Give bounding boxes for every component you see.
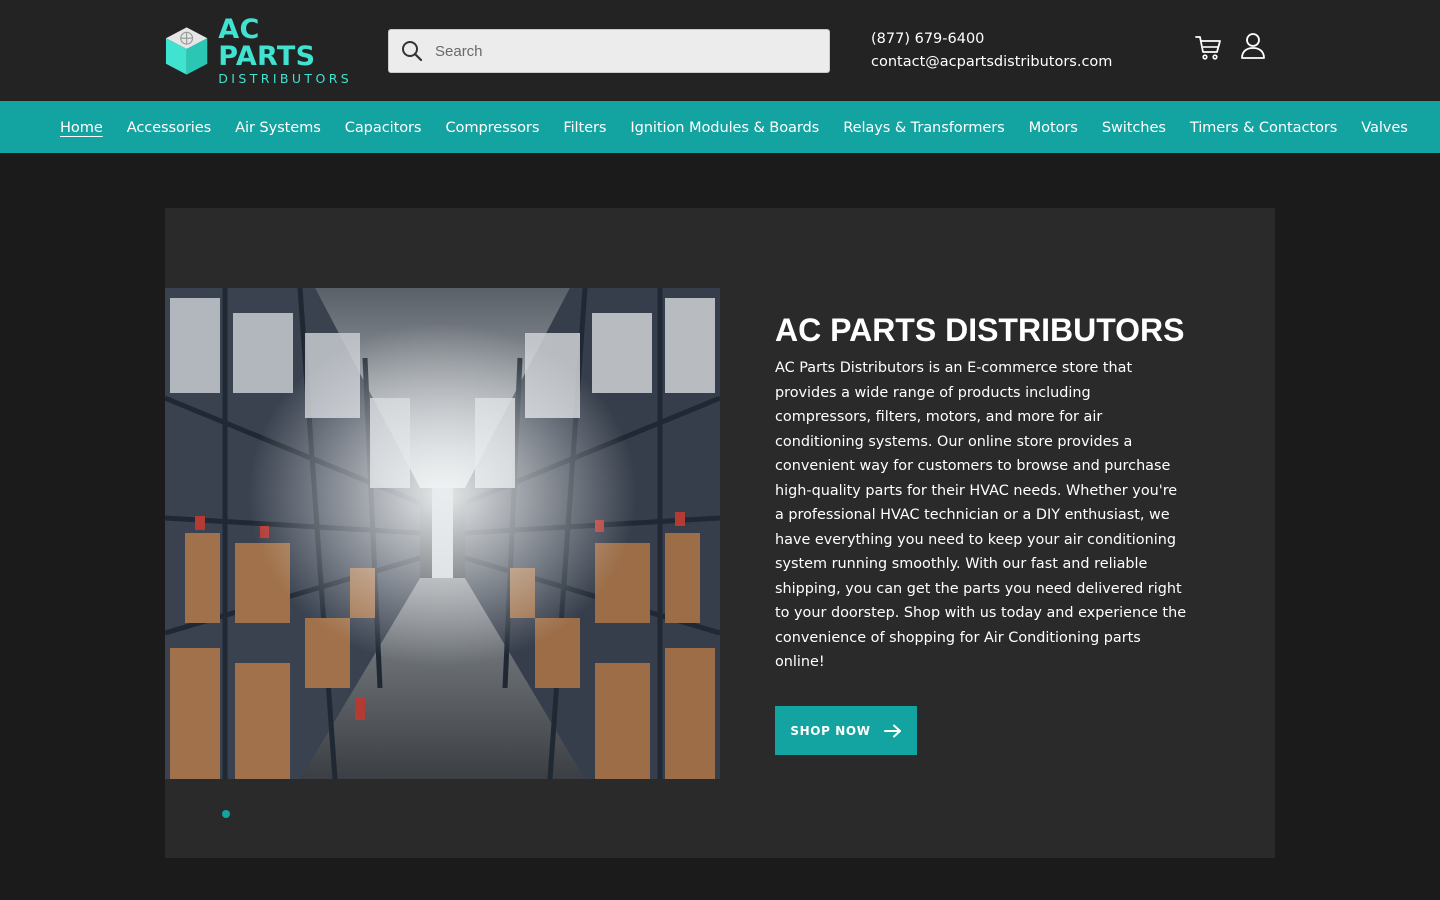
main-nav: Home Accessories Air Systems Capacitors … [0, 101, 1440, 153]
nav-item-home[interactable]: Home [60, 119, 103, 136]
arrow-right-icon [883, 724, 901, 737]
phone-number[interactable]: (877) 679-6400 [871, 28, 1112, 51]
nav-item-compressors[interactable]: Compressors [445, 119, 539, 136]
slide-indicator-dot[interactable] [222, 810, 230, 818]
nav-item-timers-contactors[interactable]: Timers & Contactors [1190, 119, 1337, 136]
email-address[interactable]: contact@acpartsdistributors.com [871, 51, 1112, 74]
nav-item-relays-transformers[interactable]: Relays & Transformers [843, 119, 1005, 136]
nav-item-capacitors[interactable]: Capacitors [345, 119, 422, 136]
nav-item-ignition-modules[interactable]: Ignition Modules & Boards [630, 119, 819, 136]
nav-item-accessories[interactable]: Accessories [127, 119, 212, 136]
logo[interactable]: AC PARTS DISTRIBUTORS [164, 16, 364, 86]
nav-item-valves[interactable]: Valves [1361, 119, 1408, 136]
nav-item-switches[interactable]: Switches [1102, 119, 1166, 136]
nav-item-air-systems[interactable]: Air Systems [235, 119, 321, 136]
logo-tagline: DISTRIBUTORS [218, 71, 353, 86]
shop-now-button[interactable]: SHOP NOW [775, 706, 917, 755]
hero-title: AC PARTS DISTRIBUTORS [775, 312, 1185, 348]
account-icon[interactable] [1240, 32, 1266, 60]
hero-description: AC Parts Distributors is an E-commerce s… [775, 360, 1187, 670]
site-header: AC PARTS DISTRIBUTORS (877) 679-6400 con… [0, 0, 1440, 101]
nav-list: Home Accessories Air Systems Capacitors … [60, 101, 1432, 153]
nav-item-filters[interactable]: Filters [563, 119, 606, 136]
cube-logo-icon [165, 27, 208, 75]
search-bar [388, 29, 830, 73]
warehouse-aisle-image [165, 288, 720, 779]
search-icon[interactable] [401, 40, 423, 62]
hero-slideshow: AC PARTS DISTRIBUTORS AC Parts Distribut… [165, 208, 1275, 858]
contact-info: (877) 679-6400 contact@acpartsdistributo… [871, 28, 1112, 74]
logo-wordmark: AC PARTS [218, 14, 316, 72]
shop-now-label: SHOP NOW [790, 723, 871, 738]
search-input[interactable] [435, 42, 815, 60]
cart-icon[interactable] [1194, 33, 1222, 61]
nav-item-motors[interactable]: Motors [1029, 119, 1078, 136]
